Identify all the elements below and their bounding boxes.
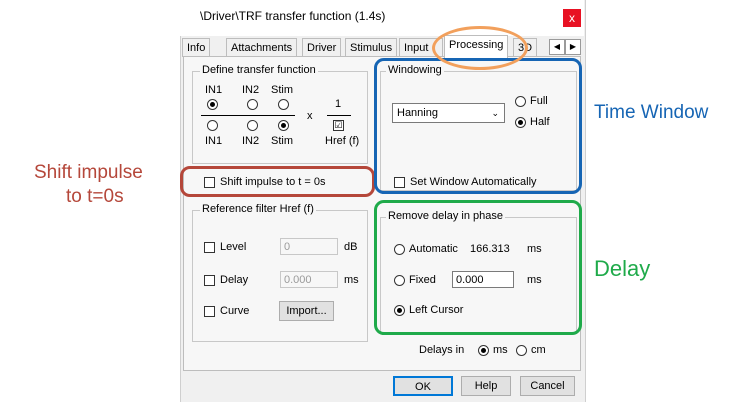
- shift-annotation-line1: Shift impulse: [34, 162, 143, 183]
- delay-highlight-box: [374, 200, 582, 335]
- help-button[interactable]: Help: [461, 376, 511, 396]
- level-field[interactable]: 0: [280, 238, 338, 255]
- denominator-in1-label: IN1: [205, 135, 223, 147]
- tab-info[interactable]: Info: [182, 38, 211, 57]
- shift-highlight-box: [180, 166, 375, 197]
- href-numerator: 1: [335, 98, 342, 110]
- cancel-button[interactable]: Cancel: [520, 376, 575, 396]
- curve-label: Curve: [220, 305, 250, 317]
- delay-label: Delay: [220, 274, 249, 286]
- tab-next-icon[interactable]: ▶: [565, 39, 581, 55]
- numerator-stim-radio[interactable]: [278, 99, 289, 110]
- delays-in-label: Delays in: [419, 344, 465, 356]
- time-window-highlight-box: [374, 58, 582, 194]
- ok-button[interactable]: OK: [393, 376, 453, 396]
- href-fraction-line: [327, 115, 351, 116]
- numerator-in1-label: IN1: [205, 84, 223, 96]
- define-tf-label: Define transfer function: [200, 64, 318, 76]
- delay-unit: ms: [344, 274, 359, 286]
- denominator-in2-radio[interactable]: [247, 120, 258, 131]
- tab-prev-icon[interactable]: ◀: [549, 39, 565, 55]
- level-unit: dB: [344, 241, 358, 253]
- tab-attachments[interactable]: Attachments: [226, 38, 298, 57]
- import-button[interactable]: Import...: [279, 301, 334, 321]
- denominator-in1-radio[interactable]: [207, 120, 218, 131]
- delay-annotation: Delay: [594, 256, 651, 281]
- delays-in-cm-label: cm: [531, 344, 546, 356]
- numerator-stim-label: Stim: [271, 84, 293, 96]
- denominator-stim-radio[interactable]: [278, 120, 289, 131]
- window-title: \Driver\TRF transfer function (1.4s): [200, 9, 386, 23]
- delays-in-ms-radio[interactable]: [478, 345, 489, 356]
- href-checkbox[interactable]: ☑: [333, 120, 344, 131]
- level-checkbox[interactable]: [204, 242, 215, 253]
- multiply-sign: x: [307, 110, 313, 122]
- fraction-line: [201, 115, 295, 116]
- curve-checkbox[interactable]: [204, 306, 215, 317]
- tab-stimulus[interactable]: Stimulus: [345, 38, 398, 57]
- level-label: Level: [220, 241, 247, 253]
- numerator-in1-radio[interactable]: [207, 99, 218, 110]
- reference-filter-label: Reference filter Href (f): [200, 203, 316, 215]
- shift-annotation-line2: to t=0s: [66, 186, 124, 207]
- delay-checkbox[interactable]: [204, 275, 215, 286]
- tab-driver[interactable]: Driver: [302, 38, 342, 57]
- close-button[interactable]: x: [563, 9, 581, 27]
- delays-in-ms-label: ms: [493, 344, 508, 356]
- href-label: Href (f): [325, 135, 360, 147]
- numerator-in2-radio[interactable]: [247, 99, 258, 110]
- time-window-annotation: Time Window: [594, 102, 709, 123]
- denominator-in2-label: IN2: [242, 135, 260, 147]
- denominator-stim-label: Stim: [271, 135, 293, 147]
- delay-field[interactable]: 0.000: [280, 271, 338, 288]
- processing-tab-highlight: [432, 26, 528, 70]
- delays-in-cm-radio[interactable]: [516, 345, 527, 356]
- numerator-in2-label: IN2: [242, 84, 260, 96]
